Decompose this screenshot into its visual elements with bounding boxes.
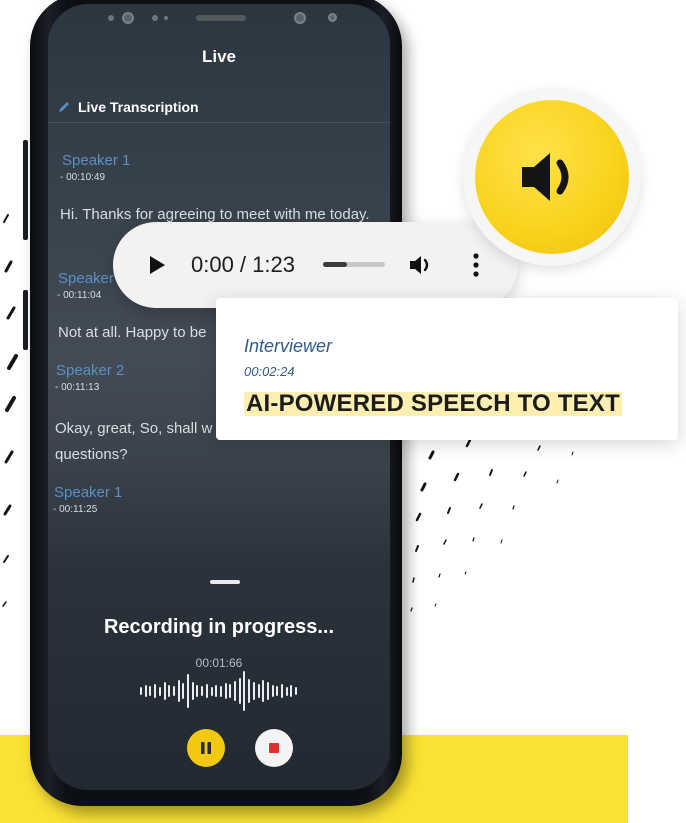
- waveform-bar: [252, 682, 255, 700]
- waveform-bar: [238, 678, 241, 704]
- waveform-bar: [187, 674, 189, 708]
- status-bar: [48, 4, 390, 34]
- stop-button[interactable]: [255, 729, 293, 767]
- transcript-card: Interviewer 00:02:24 AI-POWERED SPEECH T…: [216, 298, 678, 440]
- progress-track[interactable]: [323, 262, 385, 267]
- volume-icon[interactable]: [408, 253, 434, 277]
- subheader-title: Live Transcription: [78, 99, 199, 115]
- bixby-side-button: [23, 290, 28, 350]
- speaker-timestamp: - 00:11:04: [57, 290, 102, 301]
- waveform-bar: [262, 680, 265, 702]
- waveform-bar: [257, 684, 260, 698]
- volume-side-button: [23, 140, 28, 240]
- waveform-bar: [210, 686, 213, 696]
- waveform-bar: [243, 671, 246, 711]
- waveform-bar: [191, 682, 194, 700]
- speaker-label: Speaker 2: [56, 362, 125, 379]
- waveform-bar: [234, 681, 236, 701]
- waveform-bar: [205, 684, 208, 698]
- play-icon[interactable]: [147, 255, 167, 275]
- more-vert-icon[interactable]: [471, 251, 481, 279]
- waveform-bar: [266, 682, 269, 700]
- sensor-dot: [108, 15, 114, 21]
- waveform-bar: [168, 685, 171, 697]
- pause-button[interactable]: [187, 729, 225, 767]
- audio-player: 0:00 / 1:23: [113, 222, 518, 308]
- iris-scanner-icon: [294, 12, 306, 24]
- waveform-bar: [149, 686, 152, 696]
- sensor-dot: [152, 15, 158, 21]
- speaker-badge-ring: [463, 88, 641, 266]
- speaker-label: Speaker 1: [62, 152, 131, 169]
- waveform-bar: [285, 686, 288, 696]
- card-timestamp: 00:02:24: [244, 364, 295, 379]
- speaker-badge: [475, 100, 629, 254]
- waveform-bar: [144, 685, 147, 697]
- waveform-bar: [248, 679, 251, 703]
- waveform-bar: [281, 684, 283, 698]
- speaker-timestamp: - 00:10:49: [60, 172, 106, 183]
- page-title: Live: [201, 47, 237, 66]
- waveform-bar: [158, 686, 161, 696]
- audio-waveform: [140, 668, 300, 714]
- waveform-bar: [219, 685, 222, 697]
- earpiece-grill: [196, 15, 246, 21]
- card-headline: AI-POWERED SPEECH TO TEXT: [244, 390, 622, 418]
- speaker-label: Speaker 1: [54, 484, 123, 501]
- waveform-bar: [201, 686, 204, 696]
- waveform-bar: [163, 682, 166, 700]
- scene: Live Live Transcription Speaker 1 - 00:1…: [0, 0, 686, 823]
- waveform-bar: [276, 686, 279, 696]
- waveform-bar: [154, 684, 157, 698]
- edit-icon[interactable]: [57, 100, 71, 114]
- waveform-bar: [271, 685, 274, 697]
- speaker-volume-icon: [522, 153, 569, 201]
- speaker-timestamp: - 00:11:25: [53, 504, 98, 515]
- recording-status: Recording in progress...: [103, 616, 335, 638]
- player-time: 0:00 / 1:23: [191, 252, 295, 277]
- front-camera-icon: [122, 12, 134, 24]
- waveform-bar: [196, 685, 199, 697]
- stop-icon: [269, 743, 279, 753]
- transcript-text: Okay, great, So, shall w questions?: [55, 420, 213, 463]
- waveform-bar: [224, 683, 227, 699]
- waveform-bar: [229, 684, 232, 698]
- waveform-bar: [172, 686, 175, 696]
- speaker-timestamp: - 00:11:13: [55, 382, 100, 393]
- sensor-dot: [164, 16, 168, 20]
- waveform-bar: [140, 687, 142, 695]
- pause-icon: [201, 742, 211, 754]
- card-speaker: Interviewer: [244, 336, 333, 356]
- waveform-bar: [295, 687, 298, 695]
- proximity-sensor-icon: [328, 13, 337, 22]
- waveform-bar: [177, 680, 180, 702]
- sheet-handle[interactable]: [210, 580, 240, 584]
- waveform-bar: [182, 683, 185, 699]
- waveform-bar: [290, 685, 293, 697]
- progress-fill: [323, 262, 347, 267]
- waveform-bar: [215, 685, 218, 697]
